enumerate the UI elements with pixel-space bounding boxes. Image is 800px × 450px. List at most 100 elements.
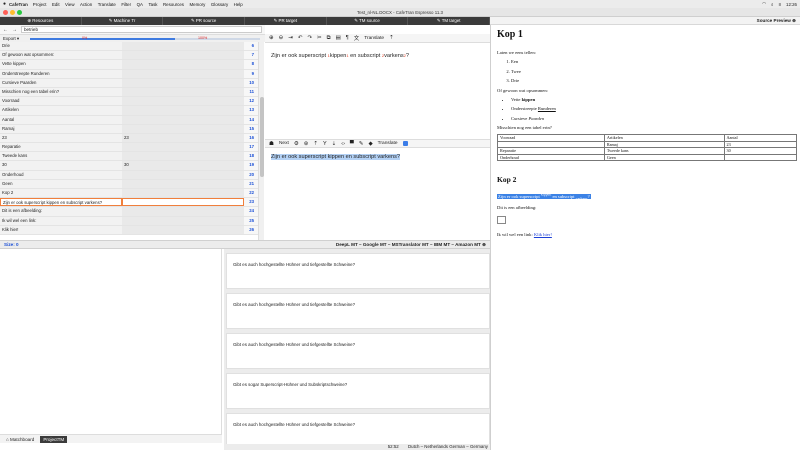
segment-table-scrollbar[interactable]	[258, 42, 264, 240]
apple-icon[interactable]: ●	[0, 1, 9, 7]
menu-translate[interactable]: Translate	[98, 2, 116, 7]
tab-machine-translation[interactable]: ✎ Machine Tr	[82, 17, 164, 25]
segment-target-cell[interactable]	[122, 87, 244, 97]
menu-glossary[interactable]: Glossary	[211, 2, 228, 7]
translate-icon[interactable]: 文	[354, 34, 360, 42]
copy-source-icon[interactable]: ⇥	[288, 35, 293, 41]
segment-target-cell[interactable]	[122, 170, 244, 179]
pencil-icon[interactable]: ✎	[359, 141, 364, 147]
segment-source-cell[interactable]: Cursieve Paarden	[0, 79, 122, 87]
menu-qa[interactable]: QA	[137, 2, 143, 7]
segment-source-cell[interactable]: Reparatie	[0, 143, 122, 151]
mt-result-card[interactable]: Gibt es auch hochgestellte Hühner und ti…	[226, 293, 490, 329]
tab-matchboard[interactable]: ⌂ Matchboard	[3, 436, 37, 443]
segment-source-cell[interactable]: Drie	[0, 42, 122, 50]
mt-result-card[interactable]: Gibt es auch hochgestellte Hühner und ti…	[226, 253, 490, 289]
source-translate-button[interactable]: Translate	[364, 36, 384, 41]
download-icon[interactable]: ⇣	[332, 141, 337, 147]
copy-icon[interactable]: ⧉	[327, 35, 331, 42]
preview-link[interactable]: Klik hier!	[534, 232, 552, 237]
upload-icon[interactable]: ⇡	[389, 35, 394, 41]
segment-target-cell[interactable]	[122, 152, 244, 161]
segment-target-cell[interactable]	[122, 115, 244, 124]
table-row[interactable]: Ramaj 15	[0, 124, 258, 134]
upload-icon[interactable]: ⇡	[313, 141, 318, 147]
paste-icon[interactable]: ▤	[336, 35, 341, 41]
table-row[interactable]: Onderstreepte Runderen 9	[0, 69, 258, 79]
segment-source-cell[interactable]: Ramaj	[0, 125, 122, 133]
table-row[interactable]: Geen 21	[0, 179, 258, 189]
target-translate-button[interactable]: Translate	[378, 141, 398, 146]
tab-pr-target[interactable]: ✎ PR target	[245, 17, 327, 25]
tab-pr-source[interactable]: ✎ PR source	[163, 17, 246, 25]
table-row[interactable]: 30 30 19	[0, 161, 258, 171]
table-row[interactable]: Klik hier! 26	[0, 225, 258, 235]
control-center-icon[interactable]: ≡	[778, 2, 781, 7]
scrollbar-thumb[interactable]	[260, 97, 264, 177]
confirm-icon[interactable]: ⊛	[304, 141, 309, 147]
mt-result-card[interactable]: Gibt es auch hochgestellte Hühner und ti…	[226, 333, 490, 369]
table-row[interactable]: Onderhoud 20	[0, 170, 258, 180]
segment-target-cell[interactable]	[122, 225, 244, 234]
menu-task[interactable]: Task	[148, 2, 157, 7]
segment-source-cell[interactable]: Voorraad	[0, 97, 122, 105]
next-segment-button[interactable]: Next	[279, 141, 289, 146]
table-row[interactable]: Vette kippen 8	[0, 60, 258, 70]
table-row[interactable]: Drie 6	[0, 42, 258, 52]
wifi-icon[interactable]: ◠	[762, 1, 766, 7]
segment-target-cell[interactable]: 30	[122, 161, 244, 170]
segment-source-cell[interactable]: Zijn er ook superscript kippen en subscr…	[0, 198, 122, 207]
segment-target-cell[interactable]	[122, 207, 244, 216]
segment-target-cell[interactable]	[122, 179, 244, 188]
table-row[interactable]: Misschien nog een tabel erin? 11	[0, 87, 258, 98]
menu-project[interactable]: Project	[33, 2, 47, 7]
menu-edit[interactable]: Edit	[52, 2, 60, 7]
table-row[interactable]: Voorraad 12	[0, 97, 258, 107]
next-segment-icon[interactable]: ☗	[269, 141, 274, 147]
display-icon[interactable]: ▀	[350, 141, 354, 147]
code-icon[interactable]: ‹›	[341, 141, 345, 147]
table-row[interactable]: Cursieve Paarden 10	[0, 78, 258, 88]
menu-clock[interactable]: 12:26	[786, 2, 797, 7]
segment-target-cell[interactable]	[122, 78, 244, 87]
segment-target-cell[interactable]	[122, 143, 244, 152]
cut-icon[interactable]: ✂	[317, 35, 322, 41]
zoom-out-icon[interactable]: ⊖	[279, 35, 284, 41]
menu-action[interactable]: Action	[80, 2, 92, 7]
back-arrow-icon[interactable]: ←	[3, 27, 8, 33]
menu-help[interactable]: Help	[234, 2, 243, 7]
tab-tm-target[interactable]: ✎ TM target	[408, 17, 491, 25]
table-row[interactable]: Aantal 14	[0, 115, 258, 125]
segment-source-cell[interactable]: Dit is een afbeelding:	[0, 207, 122, 215]
segment-source-cell[interactable]: Tweede kans	[0, 152, 122, 160]
table-row[interactable]: Kop 2 22	[0, 189, 258, 199]
table-row[interactable]: Of gewoon wat opsommen: 7	[0, 51, 258, 61]
format-icon[interactable]: ¶	[346, 35, 349, 41]
segment-source-cell[interactable]: Misschien nog een tabel erin?	[0, 88, 122, 96]
close-window-icon[interactable]	[3, 10, 8, 15]
tab-resources[interactable]: ⊕ Resources	[0, 17, 82, 25]
table-row[interactable]: 23 23 16	[0, 133, 258, 144]
undo-icon[interactable]: ↶	[298, 35, 303, 41]
segment-source-cell[interactable]: Artikelen	[0, 106, 122, 114]
segment-source-cell[interactable]: Aantal	[0, 116, 122, 124]
zoom-in-icon[interactable]: ⊕	[269, 35, 274, 41]
table-row[interactable]: Dit is een afbeelding: 24	[0, 207, 258, 217]
segment-source-cell[interactable]: Klik hier!	[0, 226, 122, 234]
segment-target-cell[interactable]	[122, 51, 244, 60]
minimize-window-icon[interactable]	[10, 10, 15, 15]
menu-app-name[interactable]: CafeTran	[9, 2, 28, 7]
source-preview-title[interactable]: Source Preview ⊕	[490, 17, 800, 25]
search-icon[interactable]: ⌕	[771, 2, 773, 7]
table-row[interactable]: Tweede kans 18	[0, 152, 258, 162]
bookmark-icon[interactable]: ◆	[368, 141, 372, 147]
zoom-window-icon[interactable]	[17, 10, 22, 15]
segment-source-cell[interactable]: 23	[0, 134, 122, 142]
segment-source-cell[interactable]: Onderstreepte Runderen	[0, 70, 122, 78]
segment-target-cell[interactable]	[122, 124, 244, 133]
segment-source-cell[interactable]: 30	[0, 161, 122, 169]
table-row[interactable]: Ik wil wel een link: 25	[0, 216, 258, 226]
segment-source-cell[interactable]: Vette kippen	[0, 60, 122, 68]
segment-source-cell[interactable]: Ik wil wel een link:	[0, 217, 122, 225]
menu-memory[interactable]: Memory	[189, 2, 205, 7]
